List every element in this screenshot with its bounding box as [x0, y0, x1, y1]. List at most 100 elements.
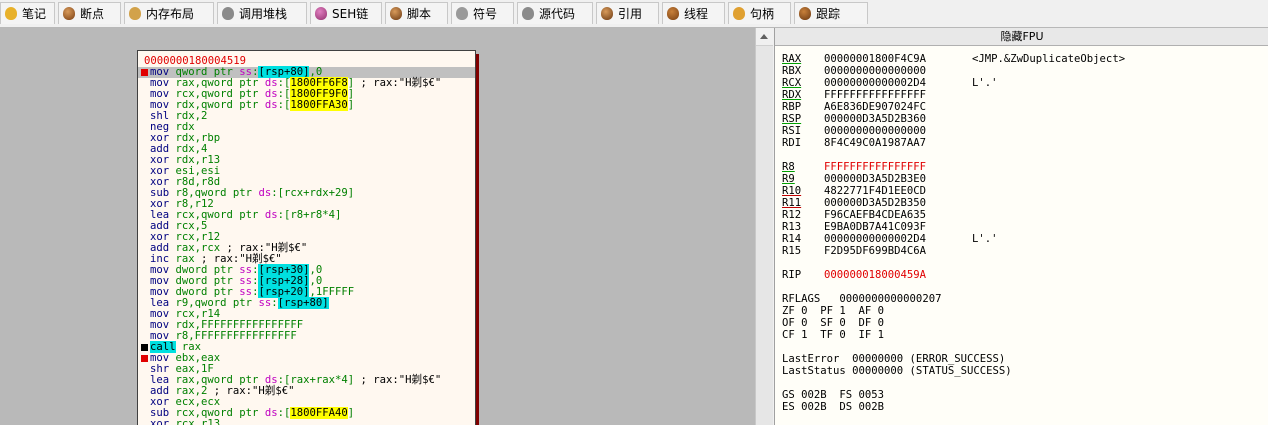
register-value[interactable]: 00000001800F4C9A: [824, 53, 972, 65]
register-value[interactable]: 000000D3A5D2B360: [824, 113, 972, 125]
operand: ]: [347, 407, 355, 419]
register-value[interactable]: E9BA0DB7A41C093F: [824, 221, 972, 233]
register-row-r8[interactable]: R8 FFFFFFFFFFFFFFFF: [782, 161, 1125, 173]
tab-threads[interactable]: 线程: [662, 2, 725, 24]
register-name: RIP: [782, 269, 802, 281]
tab-label: 线程: [684, 7, 709, 21]
tab-seh[interactable]: SEH链: [310, 2, 382, 24]
register-row-r9[interactable]: R9 000000D3A5D2B3E0: [782, 173, 1125, 185]
register-info-line[interactable]: ES 002B DS 002B: [782, 401, 1125, 413]
register-name: RDI: [782, 137, 802, 149]
trace-icon: [799, 7, 811, 20]
breakpoint-marker-icon[interactable]: [141, 69, 148, 76]
register-value[interactable]: 8F4C49C0A1987AA7: [824, 137, 972, 149]
register-value[interactable]: FFFFFFFFFFFFFFFF: [824, 89, 972, 101]
register-info-line[interactable]: CF 1 TF 0 IF 1: [782, 329, 1125, 341]
tab-label: 脚本: [407, 7, 432, 21]
graph-node[interactable]: 0000000180004519 mov qword ptr ss:[rsp+80…: [137, 50, 476, 425]
register-info-line[interactable]: RFLAGS 0000000000000207: [782, 293, 1125, 305]
tab-label: 断点: [80, 7, 105, 21]
register-row-r11[interactable]: R11 000000D3A5D2B350: [782, 197, 1125, 209]
register-name: R12: [782, 209, 802, 221]
register-value[interactable]: FFFFFFFFFFFFFFFF: [824, 161, 972, 173]
tab-bar: 笔记 断点 内存布局 调用堆栈 SEH链 脚本 符号 源代码 引用 线程 句柄 跟踪: [0, 0, 1268, 28]
note-icon: [5, 7, 17, 20]
comment: ; rax:"H剃$€": [207, 385, 295, 397]
register-value[interactable]: 000000018000459A: [824, 269, 972, 281]
tab-label: 笔记: [22, 7, 47, 21]
register-value[interactable]: 000000D3A5D2B3E0: [824, 173, 972, 185]
operand: [rsp+80]: [277, 297, 329, 309]
operand: 1800FFA30: [290, 99, 348, 111]
register-value[interactable]: 000000D3A5D2B350: [824, 197, 972, 209]
tab-memory-map[interactable]: 内存布局: [124, 2, 214, 24]
operand: ds: [258, 187, 272, 199]
register-value[interactable]: F2D95DF699BD4C6A: [824, 245, 972, 257]
register-name: R14: [782, 233, 802, 245]
mnemonic: xor: [150, 418, 176, 425]
register-info-line[interactable]: OF 0 SF 0 DF 0: [782, 317, 1125, 329]
register-row-rdx[interactable]: RDX FFFFFFFFFFFFFFFF: [782, 89, 1125, 101]
register-info-line[interactable]: LastStatus 00000000 (STATUS_SUCCESS): [782, 365, 1125, 377]
register-row-rbx[interactable]: RBX 0000000000000000: [782, 65, 1125, 77]
memory-map-icon: [129, 7, 141, 20]
tab-note[interactable]: 笔记: [0, 2, 55, 24]
register-name: RDX: [782, 89, 802, 101]
register-row-r12[interactable]: R12 F96CAEFB4CDEA635: [782, 209, 1125, 221]
register-value[interactable]: 0000000000000000: [824, 65, 972, 77]
register-info-line[interactable]: LastError 00000000 (ERROR_SUCCESS): [782, 353, 1125, 365]
tab-label: 句柄: [750, 7, 775, 21]
tab-symbols[interactable]: 符号: [451, 2, 514, 24]
tab-trace[interactable]: 跟踪: [794, 2, 868, 24]
register-row-rsi[interactable]: RSI 0000000000000000: [782, 125, 1125, 137]
register-row-rip[interactable]: RIP 000000018000459A: [782, 269, 1125, 281]
tab-handles[interactable]: 句柄: [728, 2, 791, 24]
tab-breakpoint[interactable]: 断点: [58, 2, 121, 24]
disassembly-block: 0000000180004519 mov qword ptr ss:[rsp+80…: [138, 56, 475, 425]
register-value[interactable]: A6E836DE907024FC: [824, 101, 972, 113]
register-value[interactable]: 00000000000002D4: [824, 233, 972, 245]
operand: :[r8+r8*4]: [277, 209, 342, 221]
register-row-rcx[interactable]: RCX 00000000000002D4 L'.': [782, 77, 1125, 89]
register-row-r14[interactable]: R14 00000000000002D4 L'.': [782, 233, 1125, 245]
register-row-rdi[interactable]: RDI 8F4C49C0A1987AA7: [782, 137, 1125, 149]
tab-label: 内存布局: [146, 7, 195, 21]
register-value[interactable]: 00000000000002D4: [824, 77, 972, 89]
graph-view[interactable]: 0000000180004519 mov qword ptr ss:[rsp+80…: [0, 28, 755, 425]
register-row-r13[interactable]: R13 E9BA0DB7A41C093F: [782, 221, 1125, 233]
tab-script[interactable]: 脚本: [385, 2, 448, 24]
tab-label: 源代码: [539, 7, 576, 21]
register-value[interactable]: 4822771F4D1EE0CD: [824, 185, 972, 197]
operand: rcx,r13: [175, 418, 221, 425]
register-row-rbp[interactable]: RBP A6E836DE907024FC: [782, 101, 1125, 113]
tab-references[interactable]: 引用: [596, 2, 659, 24]
instruction-line[interactable]: xor rcx,r13: [138, 419, 475, 425]
register-value[interactable]: 0000000000000000: [824, 125, 972, 137]
hide-fpu-button[interactable]: 隐藏FPU: [775, 28, 1268, 46]
references-icon: [601, 7, 613, 20]
register-value[interactable]: F96CAEFB4CDEA635: [824, 209, 972, 221]
register-name: R13: [782, 221, 802, 233]
register-row-r10[interactable]: R10 4822771F4D1EE0CD: [782, 185, 1125, 197]
scroll-up-icon[interactable]: [756, 28, 773, 46]
tab-label: 调用堆栈: [239, 7, 288, 21]
register-info-line[interactable]: ZF 0 PF 1 AF 0: [782, 305, 1125, 317]
register-row-r15[interactable]: R15 F2D95DF699BD4C6A: [782, 245, 1125, 257]
register-row-rax[interactable]: RAX 00000001800F4C9A <JMP.&ZwDuplicateObje…: [782, 53, 1125, 65]
script-icon: [390, 7, 402, 20]
register-row-rsp[interactable]: RSP 000000D3A5D2B360: [782, 113, 1125, 125]
register-info-line[interactable]: GS 002B FS 0053: [782, 389, 1125, 401]
source-icon: [522, 7, 534, 20]
registers-pane: 隐藏FPU RAX 00000001800F4C9A <JMP.&ZwDuplica…: [774, 28, 1268, 425]
breakpoint-marker-icon[interactable]: [141, 355, 148, 362]
tab-label: 引用: [618, 7, 643, 21]
tab-label: SEH链: [332, 7, 369, 21]
tab-source[interactable]: 源代码: [517, 2, 593, 24]
vertical-scrollbar[interactable]: [755, 28, 773, 425]
current-instruction-marker-icon[interactable]: [141, 344, 148, 351]
tab-call-stack[interactable]: 调用堆栈: [217, 2, 307, 24]
